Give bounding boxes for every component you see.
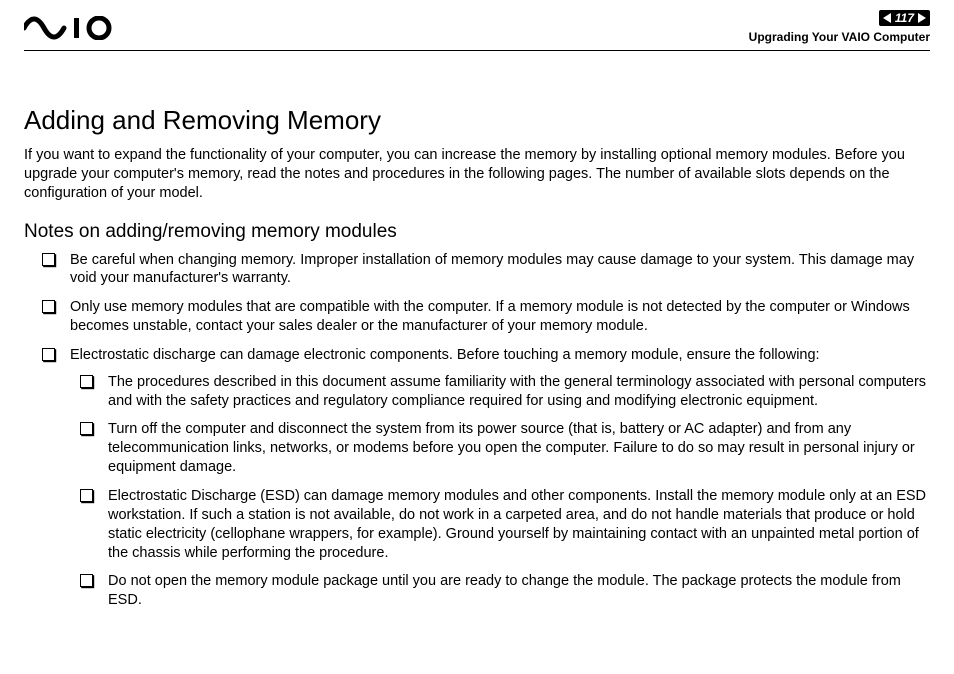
list-item: Be careful when changing memory. Imprope… — [42, 251, 930, 289]
intro-paragraph: If you want to expand the functionality … — [24, 146, 930, 203]
notes-list: Be careful when changing memory. Imprope… — [24, 251, 930, 611]
page-title: Adding and Removing Memory — [24, 105, 930, 136]
header-right: 117 Upgrading Your VAIO Computer — [749, 10, 930, 44]
list-item-text: Electrostatic discharge can damage elect… — [70, 347, 820, 363]
list-item: Turn off the computer and disconnect the… — [80, 420, 930, 477]
page-nav[interactable]: 117 — [879, 10, 930, 26]
list-item: Electrostatic discharge can damage elect… — [42, 346, 930, 610]
vaio-logo — [24, 10, 134, 40]
next-page-icon[interactable] — [918, 13, 926, 23]
list-item: Do not open the memory module package un… — [80, 572, 930, 610]
notes-sublist: The procedures described in this documen… — [70, 373, 930, 610]
document-page: 117 Upgrading Your VAIO Computer Adding … — [0, 0, 954, 640]
list-item: Only use memory modules that are compati… — [42, 298, 930, 336]
page-header: 117 Upgrading Your VAIO Computer — [24, 10, 930, 51]
prev-page-icon[interactable] — [883, 13, 891, 23]
subsection-title: Notes on adding/removing memory modules — [24, 221, 930, 243]
section-title: Upgrading Your VAIO Computer — [749, 30, 930, 44]
list-item: The procedures described in this documen… — [80, 373, 930, 411]
page-number: 117 — [895, 11, 914, 25]
vaio-logo-svg — [24, 16, 134, 40]
list-item: Electrostatic Discharge (ESD) can damage… — [80, 487, 930, 562]
